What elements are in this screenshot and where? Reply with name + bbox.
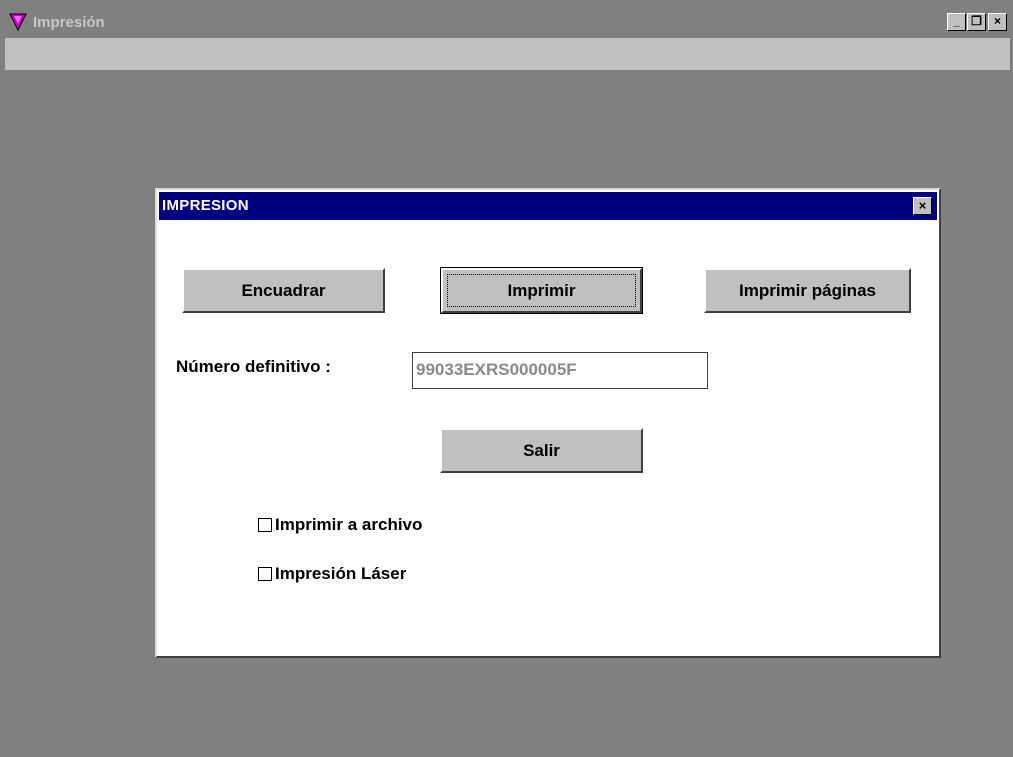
impresion-laser-checkbox[interactable]: Impresión Láser — [258, 562, 406, 586]
dialog-titlebar[interactable]: IMPRESION × — [159, 192, 937, 220]
numero-definitivo-field[interactable]: 99033EXRS000005F — [412, 352, 708, 389]
close-button[interactable]: × — [988, 13, 1007, 31]
dialog-title: IMPRESION — [162, 197, 249, 214]
checkbox-box[interactable] — [258, 567, 272, 581]
checkbox-label: Impresión Láser — [275, 564, 407, 583]
impresion-dialog: IMPRESION × Encuadrar Imprimir Imprimir … — [155, 188, 941, 658]
imprimir-button-label: Imprimir — [507, 281, 576, 300]
app-logo-icon — [8, 12, 28, 32]
dialog-close-button[interactable]: × — [913, 197, 932, 215]
restore-button[interactable]: ❐ — [967, 13, 986, 31]
imprimir-a-archivo-checkbox[interactable]: Imprimir a archivo — [258, 513, 422, 537]
encuadrar-button[interactable]: Encuadrar — [182, 268, 385, 313]
imprimir-paginas-button[interactable]: Imprimir páginas — [704, 268, 911, 313]
minimize-button[interactable]: _ — [947, 13, 966, 31]
imprimir-button[interactable]: Imprimir — [440, 267, 643, 314]
checkbox-box[interactable] — [258, 518, 272, 532]
numero-definitivo-label: Número definitivo : — [176, 357, 331, 376]
checkbox-label: Imprimir a archivo — [275, 515, 423, 534]
salir-button[interactable]: Salir — [440, 428, 643, 473]
app-title: Impresión — [33, 14, 105, 31]
app-titlebar[interactable]: Impresión _ ❐ × — [5, 9, 1010, 36]
menu-bar — [5, 38, 1010, 70]
